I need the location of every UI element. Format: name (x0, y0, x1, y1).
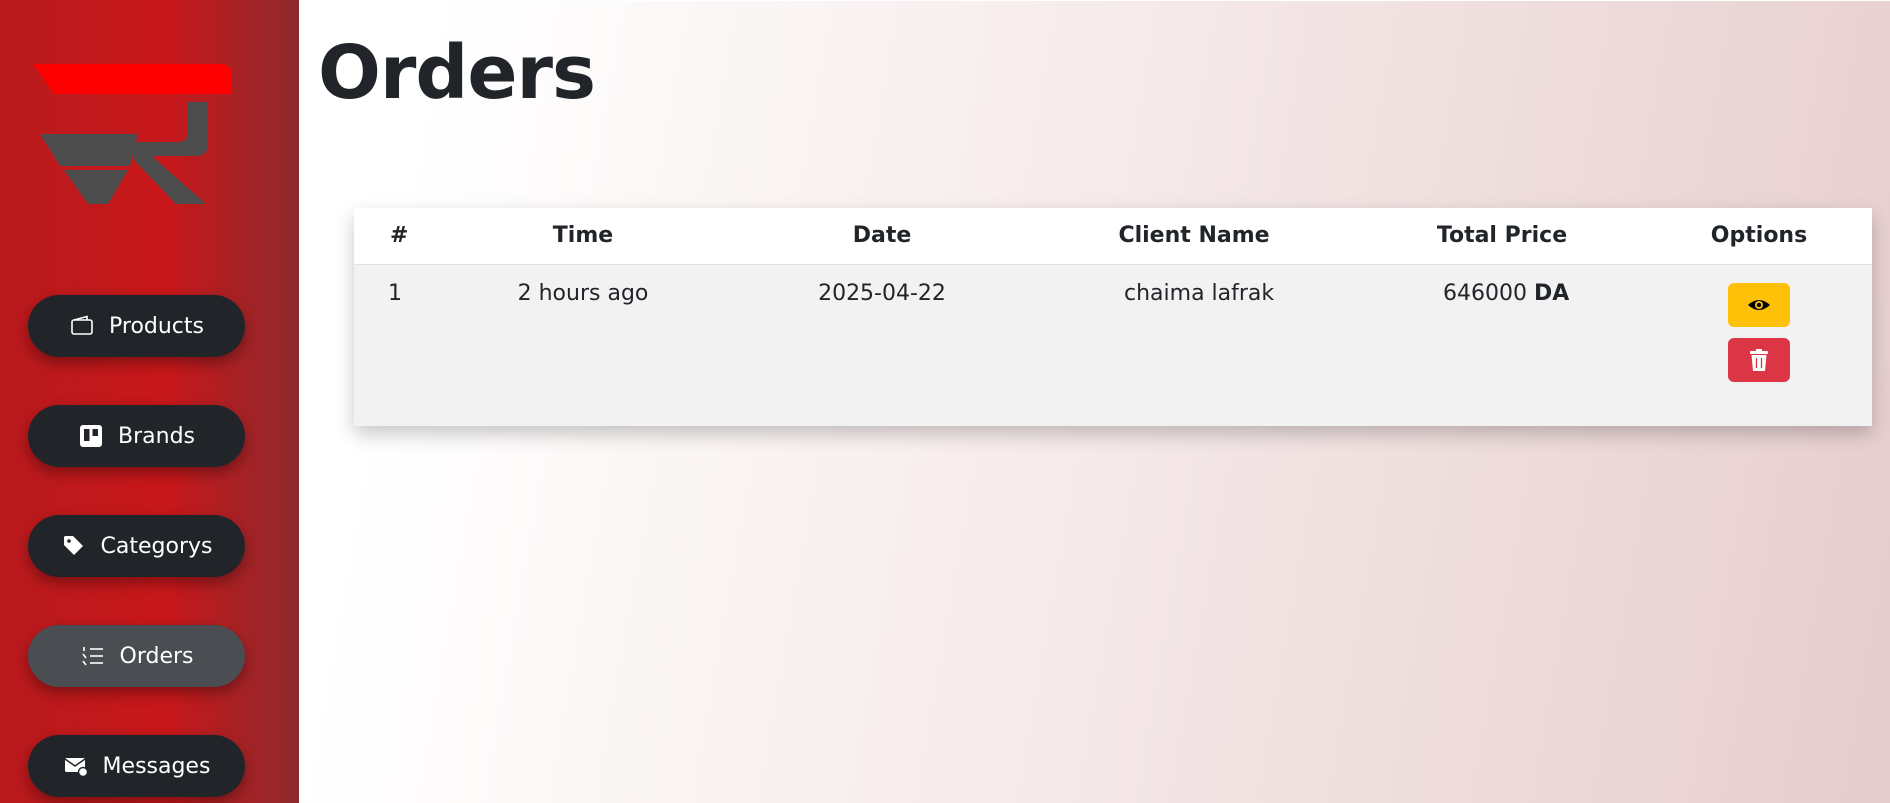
sidebar-item-orders[interactable]: Orders (28, 625, 245, 687)
price-currency: DA (1533, 281, 1570, 306)
wallet-icon (69, 313, 95, 339)
column-header: Client Name (1118, 223, 1270, 248)
total-price: 646000 DA (1443, 281, 1569, 306)
table-header: # Time Date Client Name Total Price Opti… (354, 208, 1872, 265)
eye-icon (1748, 300, 1770, 310)
sidebar: Products Brands Categorys Orders Message… (0, 0, 299, 803)
column-header: Date (852, 223, 912, 248)
trello-icon (78, 423, 104, 449)
orders-table: # Time Date Client Name Total Price Opti… (354, 208, 1872, 426)
sidebar-item-categorys[interactable]: Categorys (28, 515, 245, 577)
order-index: 1 (388, 281, 402, 306)
sidebar-item-messages[interactable]: Messages (28, 735, 245, 797)
price-value: 646000 (1443, 281, 1527, 306)
sidebar-item-label: Brands (118, 423, 195, 449)
trash-icon (1750, 349, 1768, 371)
order-time: 2 hours ago (517, 281, 649, 306)
envelope-icon (63, 753, 89, 779)
column-header: Total Price (1436, 223, 1568, 248)
sidebar-item-label: Messages (102, 753, 211, 779)
column-header: # (390, 223, 409, 248)
sidebar-item-products[interactable]: Products (28, 295, 245, 357)
client-name: chaima lafrak (1124, 281, 1275, 306)
list-ol-icon (80, 643, 106, 669)
page-title: Orders (318, 30, 596, 116)
sidebar-item-label: Orders (119, 643, 194, 669)
view-order-button[interactable] (1728, 283, 1790, 327)
sidebar-item-label: Products (109, 313, 204, 339)
sidebar-item-brands[interactable]: Brands (28, 405, 245, 467)
logo-icon[interactable] (30, 62, 236, 210)
tags-icon (61, 533, 87, 559)
sidebar-item-label: Categorys (100, 533, 213, 559)
column-header: Time (552, 223, 614, 248)
delete-order-button[interactable] (1728, 338, 1790, 382)
order-date: 2025-04-22 (818, 281, 946, 306)
column-header: Options (1710, 223, 1808, 248)
